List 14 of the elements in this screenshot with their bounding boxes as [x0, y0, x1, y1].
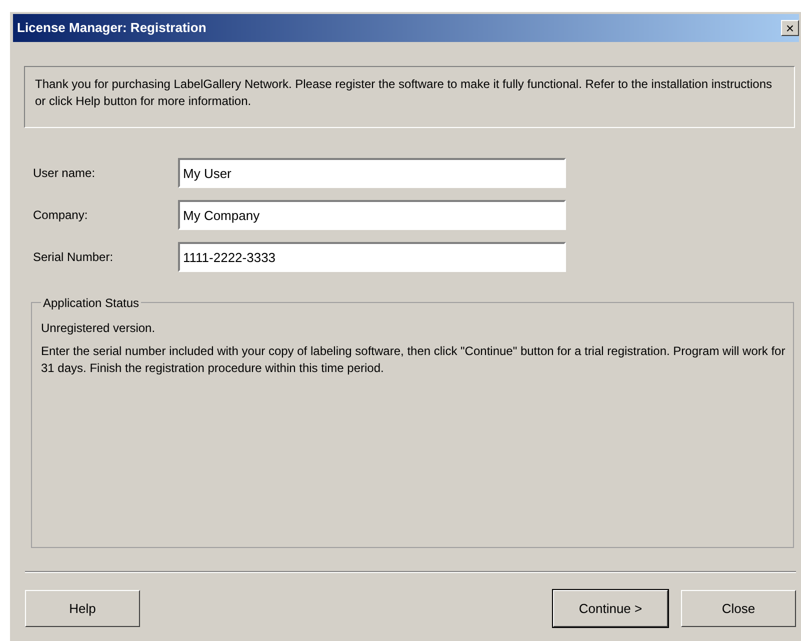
input-field[interactable]: My User [178, 158, 566, 188]
window-title: License Manager: Registration [17, 19, 206, 38]
input-field[interactable]: 1111-2222-3333 [178, 242, 566, 272]
status-message: Enter the serial number included with your copy of labeling software, then click "Continue" button for a trial registration. Program will work for 31 days. Finish the registration procedure within this time period. [41, 343, 786, 377]
dialog-button[interactable]: Continue > [553, 590, 668, 627]
field-label: User name: [33, 165, 96, 182]
dialog-button[interactable]: Help [25, 590, 140, 627]
status-text: Unregistered version. [41, 320, 156, 337]
field-label: Company: [33, 207, 89, 224]
input-field[interactable]: My Company [178, 200, 566, 230]
field-label: Serial Number: [33, 249, 114, 266]
close-button[interactable]: × [781, 20, 799, 36]
intro-text: Thank you for purchasing LabelGallery Network. Please register the software to make it fully functional. Refer to the installation instructions or click Help button for more information. [24, 66, 795, 128]
dialog-button[interactable]: Close [681, 590, 796, 627]
